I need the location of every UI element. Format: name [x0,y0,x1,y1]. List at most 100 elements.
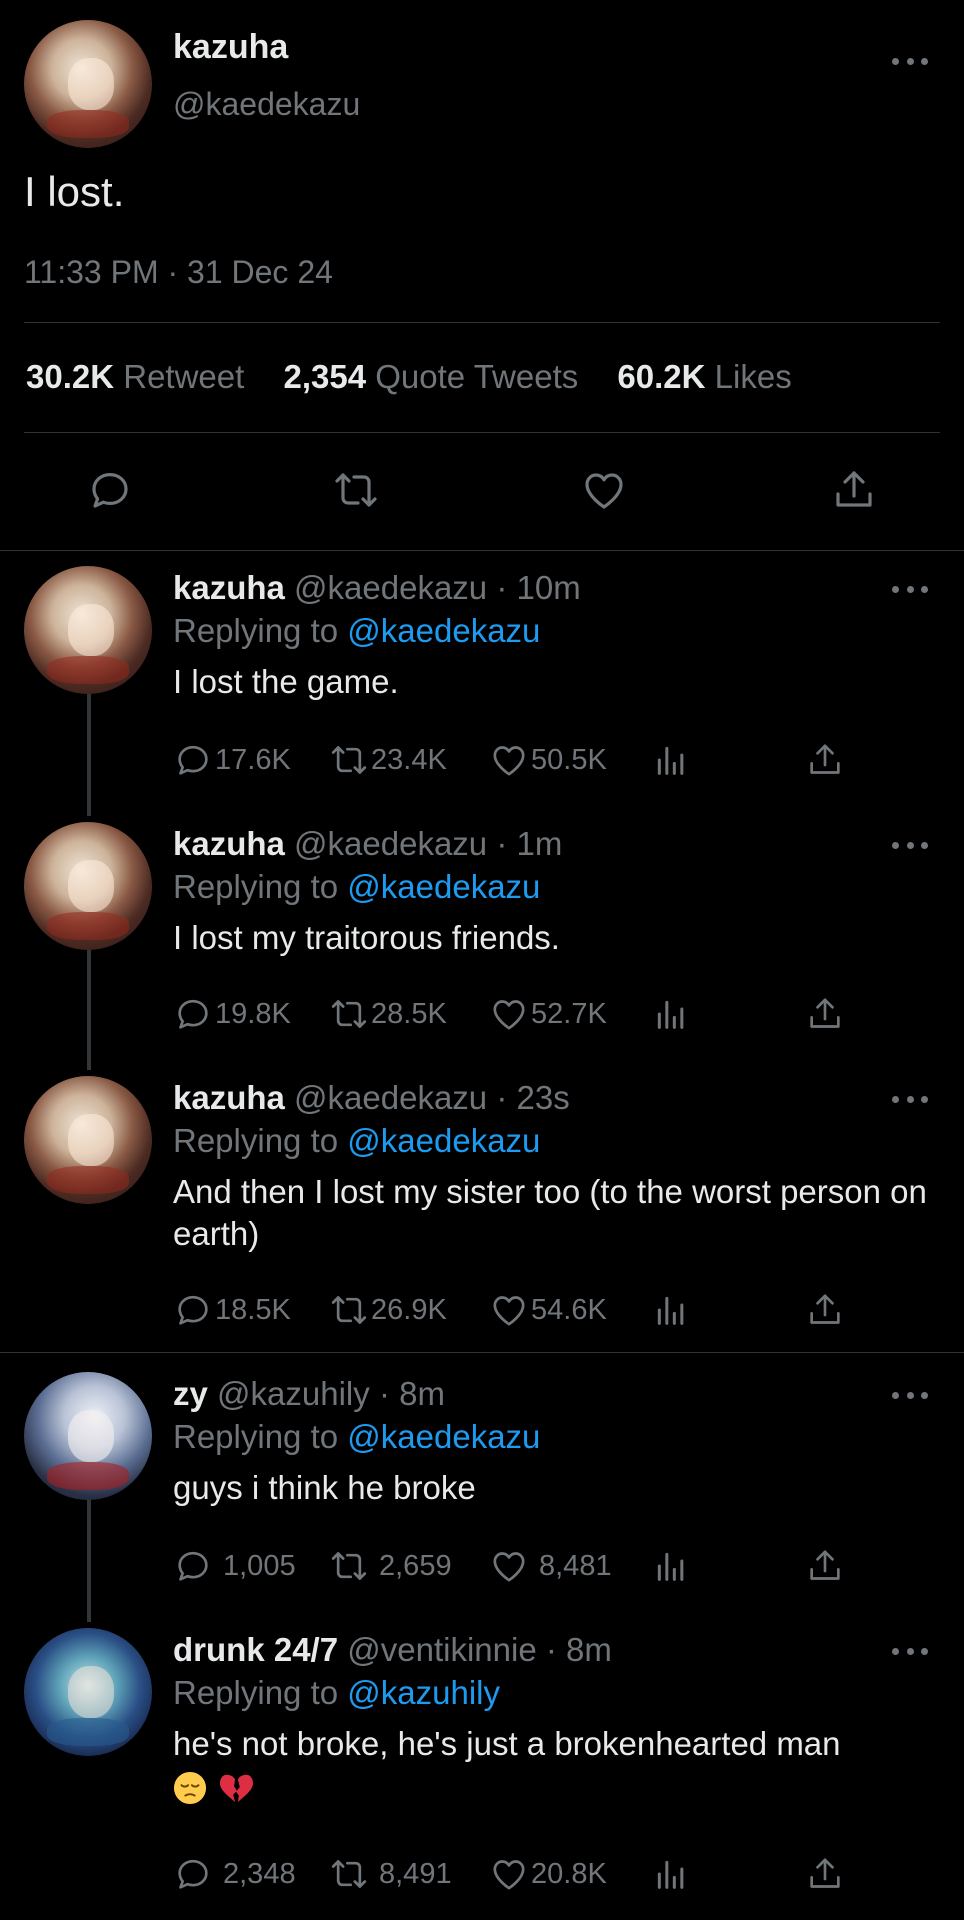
reply-count: 18.5K [215,1293,291,1326]
like-button[interactable]: 50.5K [489,738,607,782]
action-bar: 18.5K 26.9K 54.6K [173,1288,853,1332]
tweet-text: he's not broke, he's just a brokenhearte… [173,1725,841,1762]
views-button[interactable] [651,1544,691,1588]
mention-link[interactable]: @kaedekazu [347,868,540,905]
mention-link[interactable]: @kaedekazu [347,612,540,649]
retweet-icon[interactable] [332,466,380,514]
tweet-stats: 30.2K Retweet 2,354 Quote Tweets 60.2K L… [26,358,822,396]
views-icon [657,1860,684,1889]
replying-label: Replying to [173,1418,339,1455]
divider [24,432,940,433]
reply-button[interactable]: 18.5K [173,1288,291,1332]
avatar[interactable] [24,566,152,694]
tweet-time[interactable]: · 1m [496,825,562,862]
retweet-count: 8,491 [379,1857,452,1890]
like-button[interactable]: 54.6K [489,1288,607,1332]
views-button[interactable] [651,992,691,1036]
divider [24,322,940,323]
reply-button[interactable]: 17.6K [173,738,291,782]
like-count: 20.8K [531,1857,607,1890]
retweet-button[interactable]: 28.5K [329,992,447,1036]
like-button[interactable]: 20.8K [489,1852,607,1896]
share-button[interactable] [805,1544,845,1588]
retweet-button[interactable]: 2,659 [329,1544,452,1588]
like-button[interactable]: 8,481 [489,1544,612,1588]
display-name[interactable]: kazuha [173,1079,285,1116]
retweet-icon [331,746,367,774]
tweet-text: I lost the game. [173,663,399,700]
retweet-button[interactable]: 8,491 [329,1852,452,1896]
like-count[interactable]: 60.2K [617,358,705,395]
display-name[interactable]: kazuha [173,28,288,67]
handle[interactable]: @kaedekazu [294,569,487,606]
display-name[interactable]: drunk 24/7 [173,1631,338,1668]
retweet-button[interactable]: 26.9K [329,1288,447,1332]
tweet-timestamp[interactable]: 11:33 PM · 31 Dec 24 [24,254,333,291]
share-icon [810,1294,840,1324]
share-icon [810,744,840,774]
avatar[interactable] [24,1076,152,1204]
like-icon [493,1000,525,1030]
reply-button[interactable]: 19.8K [173,992,291,1036]
tweet-time[interactable]: · 10m [496,569,580,606]
views-button[interactable] [651,1288,691,1332]
avatar[interactable] [24,1372,152,1500]
share-button[interactable] [805,992,845,1036]
handle[interactable]: @kaedekazu [173,86,360,123]
quote-label[interactable]: Quote Tweets [375,358,578,395]
views-button[interactable] [651,1852,691,1896]
retweet-label[interactable]: Retweet [123,358,244,395]
share-button[interactable] [805,1852,845,1896]
share-button[interactable] [805,738,845,782]
share-icon[interactable] [830,466,878,514]
handle[interactable]: @kazuhily [217,1375,370,1412]
mention-link[interactable]: @kaedekazu [347,1122,540,1159]
divider [0,1352,964,1353]
like-icon [493,1296,525,1326]
broken-heart-emoji [219,1774,253,1803]
views-button[interactable] [651,738,691,782]
handle[interactable]: @ventikinnie [347,1631,536,1668]
handle[interactable]: @kaedekazu [294,825,487,862]
reply-button[interactable]: 1,005 [173,1544,296,1588]
avatar[interactable] [24,822,152,950]
reply-icon [178,745,208,775]
reply-icon [178,1859,208,1889]
tweet-time[interactable]: · 8m [379,1375,445,1412]
reply-tweet: kazuha @kaedekazu · 1m Replying to @kaed… [173,824,940,959]
mention-link[interactable]: @kazuhily [347,1674,500,1711]
reply-tweet: kazuha @kaedekazu · 10m Replying to @kae… [173,568,940,703]
mention-link[interactable]: @kaedekazu [347,1418,540,1455]
retweet-count[interactable]: 30.2K [26,358,114,395]
like-count: 52.7K [531,997,607,1030]
tweet-time[interactable]: · 23s [496,1079,569,1116]
emoji-row [173,1771,940,1805]
like-count: 50.5K [531,743,607,776]
handle[interactable]: @kaedekazu [294,1079,487,1116]
like-label[interactable]: Likes [715,358,792,395]
like-button[interactable]: 52.7K [489,992,607,1036]
more-icon[interactable] [892,56,928,66]
avatar[interactable] [24,1628,152,1756]
reply-icon [178,1551,208,1581]
retweet-button[interactable]: 23.4K [329,738,447,782]
share-button[interactable] [805,1288,845,1332]
like-icon[interactable] [580,466,628,514]
reply-button[interactable]: 2,348 [173,1852,296,1896]
like-icon [493,746,525,776]
display-name[interactable]: zy [173,1375,208,1412]
display-name[interactable]: kazuha [173,825,285,862]
tweet-text: And then I lost my sister too (to the wo… [173,1173,927,1252]
tweet-text: I lost. [24,168,125,215]
retweet-icon [331,1000,367,1028]
reply-icon [178,1295,208,1325]
reply-icon[interactable] [86,466,134,514]
quote-count[interactable]: 2,354 [283,358,366,395]
action-bar: 17.6K 23.4K 50.5K [173,738,853,782]
pensive-face-emoji [173,1771,207,1805]
display-name[interactable]: kazuha [173,569,285,606]
like-icon [493,1552,525,1582]
tweet-time[interactable]: · 8m [546,1631,612,1668]
avatar[interactable] [24,20,152,148]
views-icon [657,1552,684,1581]
